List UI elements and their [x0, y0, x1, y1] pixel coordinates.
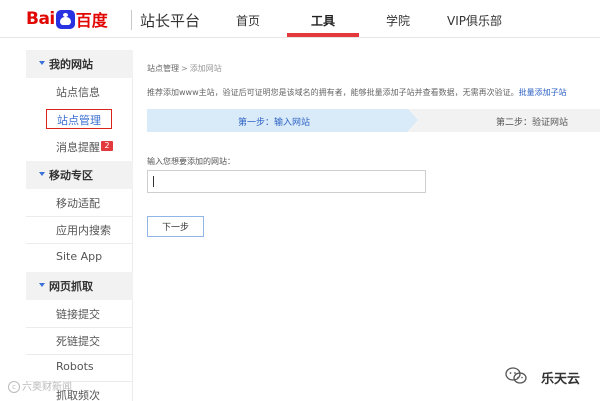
sidebar-item-site-info[interactable]: 站点信息: [26, 78, 133, 105]
sidebar-item-label: 站点信息: [56, 86, 100, 99]
logo-text-bai: Bai: [26, 9, 55, 29]
breadcrumb-parent[interactable]: 站点管理: [147, 64, 179, 73]
nav-tools[interactable]: 工具: [311, 12, 335, 29]
triangle-down-icon: [39, 172, 45, 176]
triangle-down-icon: [39, 283, 45, 287]
watermark-right-text: 乐天云: [541, 372, 581, 387]
sidebar-item-label: Site App: [56, 250, 103, 263]
watermark-left: c 六奥财新闻: [8, 378, 72, 393]
sidebar-group-label: 网页抓取: [49, 280, 93, 293]
next-step-button[interactable]: 下一步: [147, 216, 204, 237]
step-1-label: 第一步：输入网站: [238, 118, 311, 128]
site-title: 站长平台: [140, 12, 201, 30]
site-input-label: 输入您想要添加的网站：: [147, 157, 235, 166]
sidebar-item-label: 移动适配: [56, 197, 100, 210]
nav-academy[interactable]: 学院: [386, 12, 410, 29]
sidebar-item-msg-remind[interactable]: 消息提醒 2: [26, 133, 133, 160]
logo-text-cn: 百度: [75, 11, 108, 30]
top-header: Bai 百度 站长平台 首页 工具 学院 VIP俱乐部: [0, 0, 600, 38]
sidebar-item-robots[interactable]: Robots: [26, 354, 133, 381]
step-progress-bar: 第一步：输入网站 第二步：验证网站: [147, 109, 600, 132]
sidebar-item-label: 消息提醒: [56, 141, 100, 154]
sidebar-item-label: 死链提交: [56, 335, 100, 348]
sidebar-group-mobile[interactable]: 移动专区: [26, 161, 133, 189]
text-caret: [153, 176, 154, 187]
logo-separator: [131, 10, 132, 30]
sidebar-group-my-sites[interactable]: 我的网站: [26, 50, 133, 78]
step-2-label: 第二步：验证网站: [496, 118, 569, 128]
batch-add-subsite-link[interactable]: 批量添加子站: [519, 88, 567, 97]
sidebar-item-label: Robots: [56, 360, 94, 373]
sidebar-item-label: 应用内搜索: [56, 224, 111, 237]
sidebar-group-label: 我的网站: [49, 58, 93, 71]
sidebar-item-mobile-adapt[interactable]: 移动适配: [26, 189, 133, 216]
paw-icon: [55, 9, 75, 29]
copyright-icon: c: [8, 381, 20, 393]
active-item-highlight: [46, 109, 112, 129]
hint-text: 推荐添加www主站，验证后可证明您是该域名的拥有者，能够批量添加子站并查看数据，…: [147, 88, 519, 97]
breadcrumb-current: 添加网站: [189, 64, 222, 73]
step-arrow: [408, 109, 418, 131]
triangle-down-icon: [39, 61, 45, 65]
watermark-right: 乐天云: [505, 365, 595, 389]
wechat-icon: [505, 367, 527, 384]
sidebar-item-site-app[interactable]: Site App: [26, 244, 133, 271]
watermark-left-text: 六奥财新闻: [22, 382, 72, 393]
sidebar-group-crawl[interactable]: 网页抓取: [26, 272, 133, 300]
nav-active-indicator: [287, 33, 359, 37]
nav-vip-club[interactable]: VIP俱乐部: [447, 12, 502, 29]
sidebar-group-label: 移动专区: [49, 169, 93, 182]
breadcrumb-separator: >: [181, 64, 188, 73]
nav-home[interactable]: 首页: [236, 12, 260, 29]
add-site-hint: 推荐添加www主站，验证后可证明您是该域名的拥有者，能够批量添加子站并查看数据，…: [147, 87, 567, 98]
sidebar-item-label: 链接提交: [56, 308, 100, 321]
breadcrumb: 站点管理 > 添加网站: [147, 63, 222, 74]
sidebar-item-dead-link[interactable]: 死链提交: [26, 327, 133, 354]
unread-badge: 2: [101, 141, 113, 151]
sidebar: 我的网站 站点信息 站点管理 消息提醒 2 移动专区 移动适配 应用内搜索 Si…: [26, 50, 133, 401]
baidu-logo[interactable]: Bai 百度: [26, 8, 108, 30]
sidebar-item-link-submit[interactable]: 链接提交: [26, 300, 133, 327]
site-url-input[interactable]: [147, 170, 426, 193]
sidebar-item-app-search[interactable]: 应用内搜索: [26, 216, 133, 243]
